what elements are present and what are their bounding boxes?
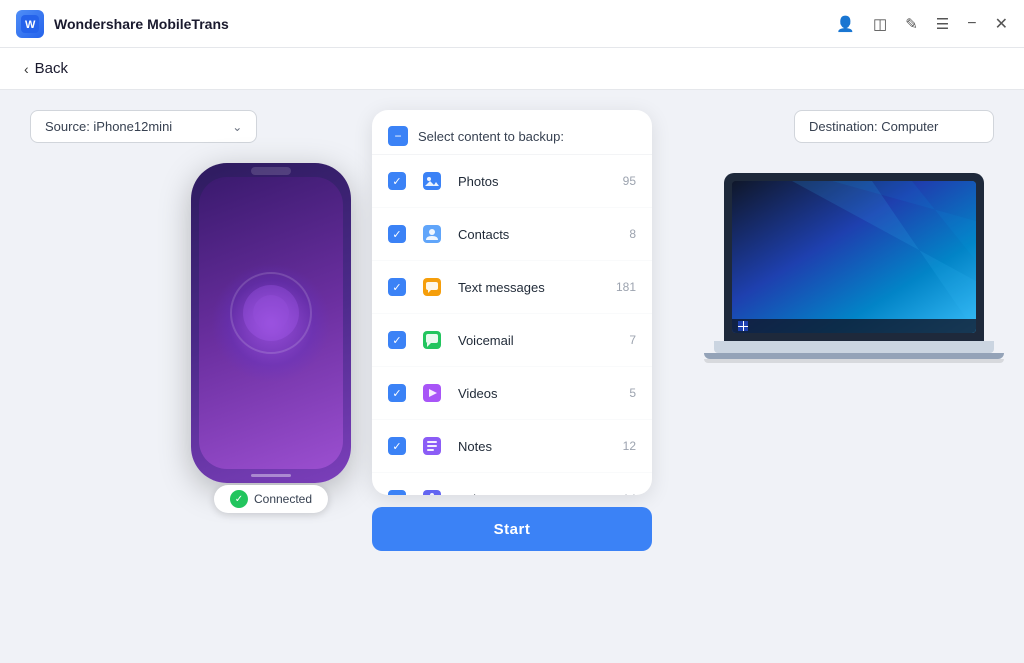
item-label: Videos: [458, 386, 619, 401]
source-dropdown-chevron-icon: ⌄: [232, 120, 242, 134]
item-icon: [416, 165, 448, 197]
item-icon: [416, 483, 448, 495]
close-icon[interactable]: ✕: [995, 14, 1008, 34]
item-label: Photos: [458, 174, 613, 189]
item-label: Notes: [458, 439, 613, 454]
item-checkbox[interactable]: ✓: [388, 172, 406, 190]
content-card: − Select content to backup: ✓ Photos 95 ✓ Co…: [372, 110, 652, 495]
item-icon: [416, 430, 448, 462]
item-checkbox[interactable]: ✓: [388, 384, 406, 402]
item-icon: [416, 324, 448, 356]
laptop-wallpaper: [732, 181, 976, 333]
item-label: Text messages: [458, 280, 606, 295]
item-count: 7: [629, 333, 636, 347]
window-controls: 👤 ◫ ✎ ☰ − ✕: [836, 14, 1008, 34]
edit-icon[interactable]: ✎: [905, 15, 918, 33]
list-item[interactable]: ✓ Voice Memos 14: [372, 473, 652, 495]
item-icon: [416, 271, 448, 303]
content-card-header: − Select content to backup:: [372, 110, 652, 155]
item-count: 95: [623, 174, 636, 188]
item-count: 181: [616, 280, 636, 294]
content-list[interactable]: ✓ Photos 95 ✓ Contacts 8 ✓ Text messages 181 ✓ Voi…: [372, 155, 652, 495]
chat-icon[interactable]: ◫: [873, 15, 887, 33]
phone-illustration: ✓ Connected: [181, 163, 361, 503]
select-all-label: Select content to backup:: [418, 129, 564, 144]
app-title: Wondershare MobileTrans: [54, 16, 229, 32]
item-label: Voice Memos: [458, 492, 613, 496]
item-count: 5: [629, 386, 636, 400]
phone-notch: [251, 167, 291, 175]
laptop-shadow: [704, 359, 1004, 363]
laptop-base: [714, 341, 994, 353]
center-panel: − Select content to backup: ✓ Photos 95 ✓ Co…: [372, 110, 652, 551]
source-dropdown-label: Source: iPhone12mini: [45, 119, 172, 134]
phone-screen-graphic: [221, 263, 321, 363]
list-item[interactable]: ✓ Text messages 181: [372, 261, 652, 314]
laptop-body: [724, 173, 984, 363]
main-content: Source: iPhone12mini ⌄ ✓ Co: [0, 90, 1024, 657]
item-checkbox[interactable]: ✓: [388, 490, 406, 495]
phone-screen: [199, 177, 343, 469]
item-checkbox[interactable]: ✓: [388, 278, 406, 296]
connected-badge: ✓ Connected: [214, 485, 328, 513]
list-item[interactable]: ✓ Videos 5: [372, 367, 652, 420]
item-label: Contacts: [458, 227, 619, 242]
laptop-screen-outer: [724, 173, 984, 341]
minimize-icon[interactable]: −: [967, 15, 976, 33]
destination-label: Destination: Computer: [794, 110, 994, 143]
connected-checkmark-icon: ✓: [230, 490, 248, 508]
item-checkbox[interactable]: ✓: [388, 331, 406, 349]
connected-label: Connected: [254, 492, 312, 506]
app-logo: W: [16, 10, 44, 38]
back-button[interactable]: ‹ Back: [24, 60, 1000, 77]
phone-home-indicator: [251, 474, 291, 477]
laptop-taskbar: [732, 319, 976, 333]
item-checkbox[interactable]: ✓: [388, 437, 406, 455]
taskbar-start-icon: [738, 321, 748, 331]
list-item[interactable]: ✓ Photos 95: [372, 155, 652, 208]
list-item[interactable]: ✓ Notes 12: [372, 420, 652, 473]
user-icon[interactable]: 👤: [836, 15, 855, 33]
item-count: 14: [623, 492, 636, 495]
item-icon: [416, 218, 448, 250]
source-dropdown[interactable]: Source: iPhone12mini ⌄: [30, 110, 257, 143]
item-checkbox[interactable]: ✓: [388, 225, 406, 243]
item-icon: [416, 377, 448, 409]
item-label: Voicemail: [458, 333, 619, 348]
titlebar: W Wondershare MobileTrans 👤 ◫ ✎ ☰ − ✕: [0, 0, 1024, 48]
item-count: 12: [623, 439, 636, 453]
phone-body: [191, 163, 351, 483]
laptop-illustration: [724, 173, 984, 363]
select-all-checkbox[interactable]: −: [388, 126, 408, 146]
item-count: 8: [629, 227, 636, 241]
list-item[interactable]: ✓ Voicemail 7: [372, 314, 652, 367]
start-button[interactable]: Start: [372, 507, 652, 551]
back-chevron-icon: ‹: [24, 61, 29, 77]
back-bar: ‹ Back: [0, 48, 1024, 90]
svg-text:W: W: [25, 19, 36, 31]
laptop-screen-inner: [732, 181, 976, 333]
list-item[interactable]: ✓ Contacts 8: [372, 208, 652, 261]
back-label: Back: [35, 60, 68, 77]
menu-icon[interactable]: ☰: [936, 15, 949, 33]
